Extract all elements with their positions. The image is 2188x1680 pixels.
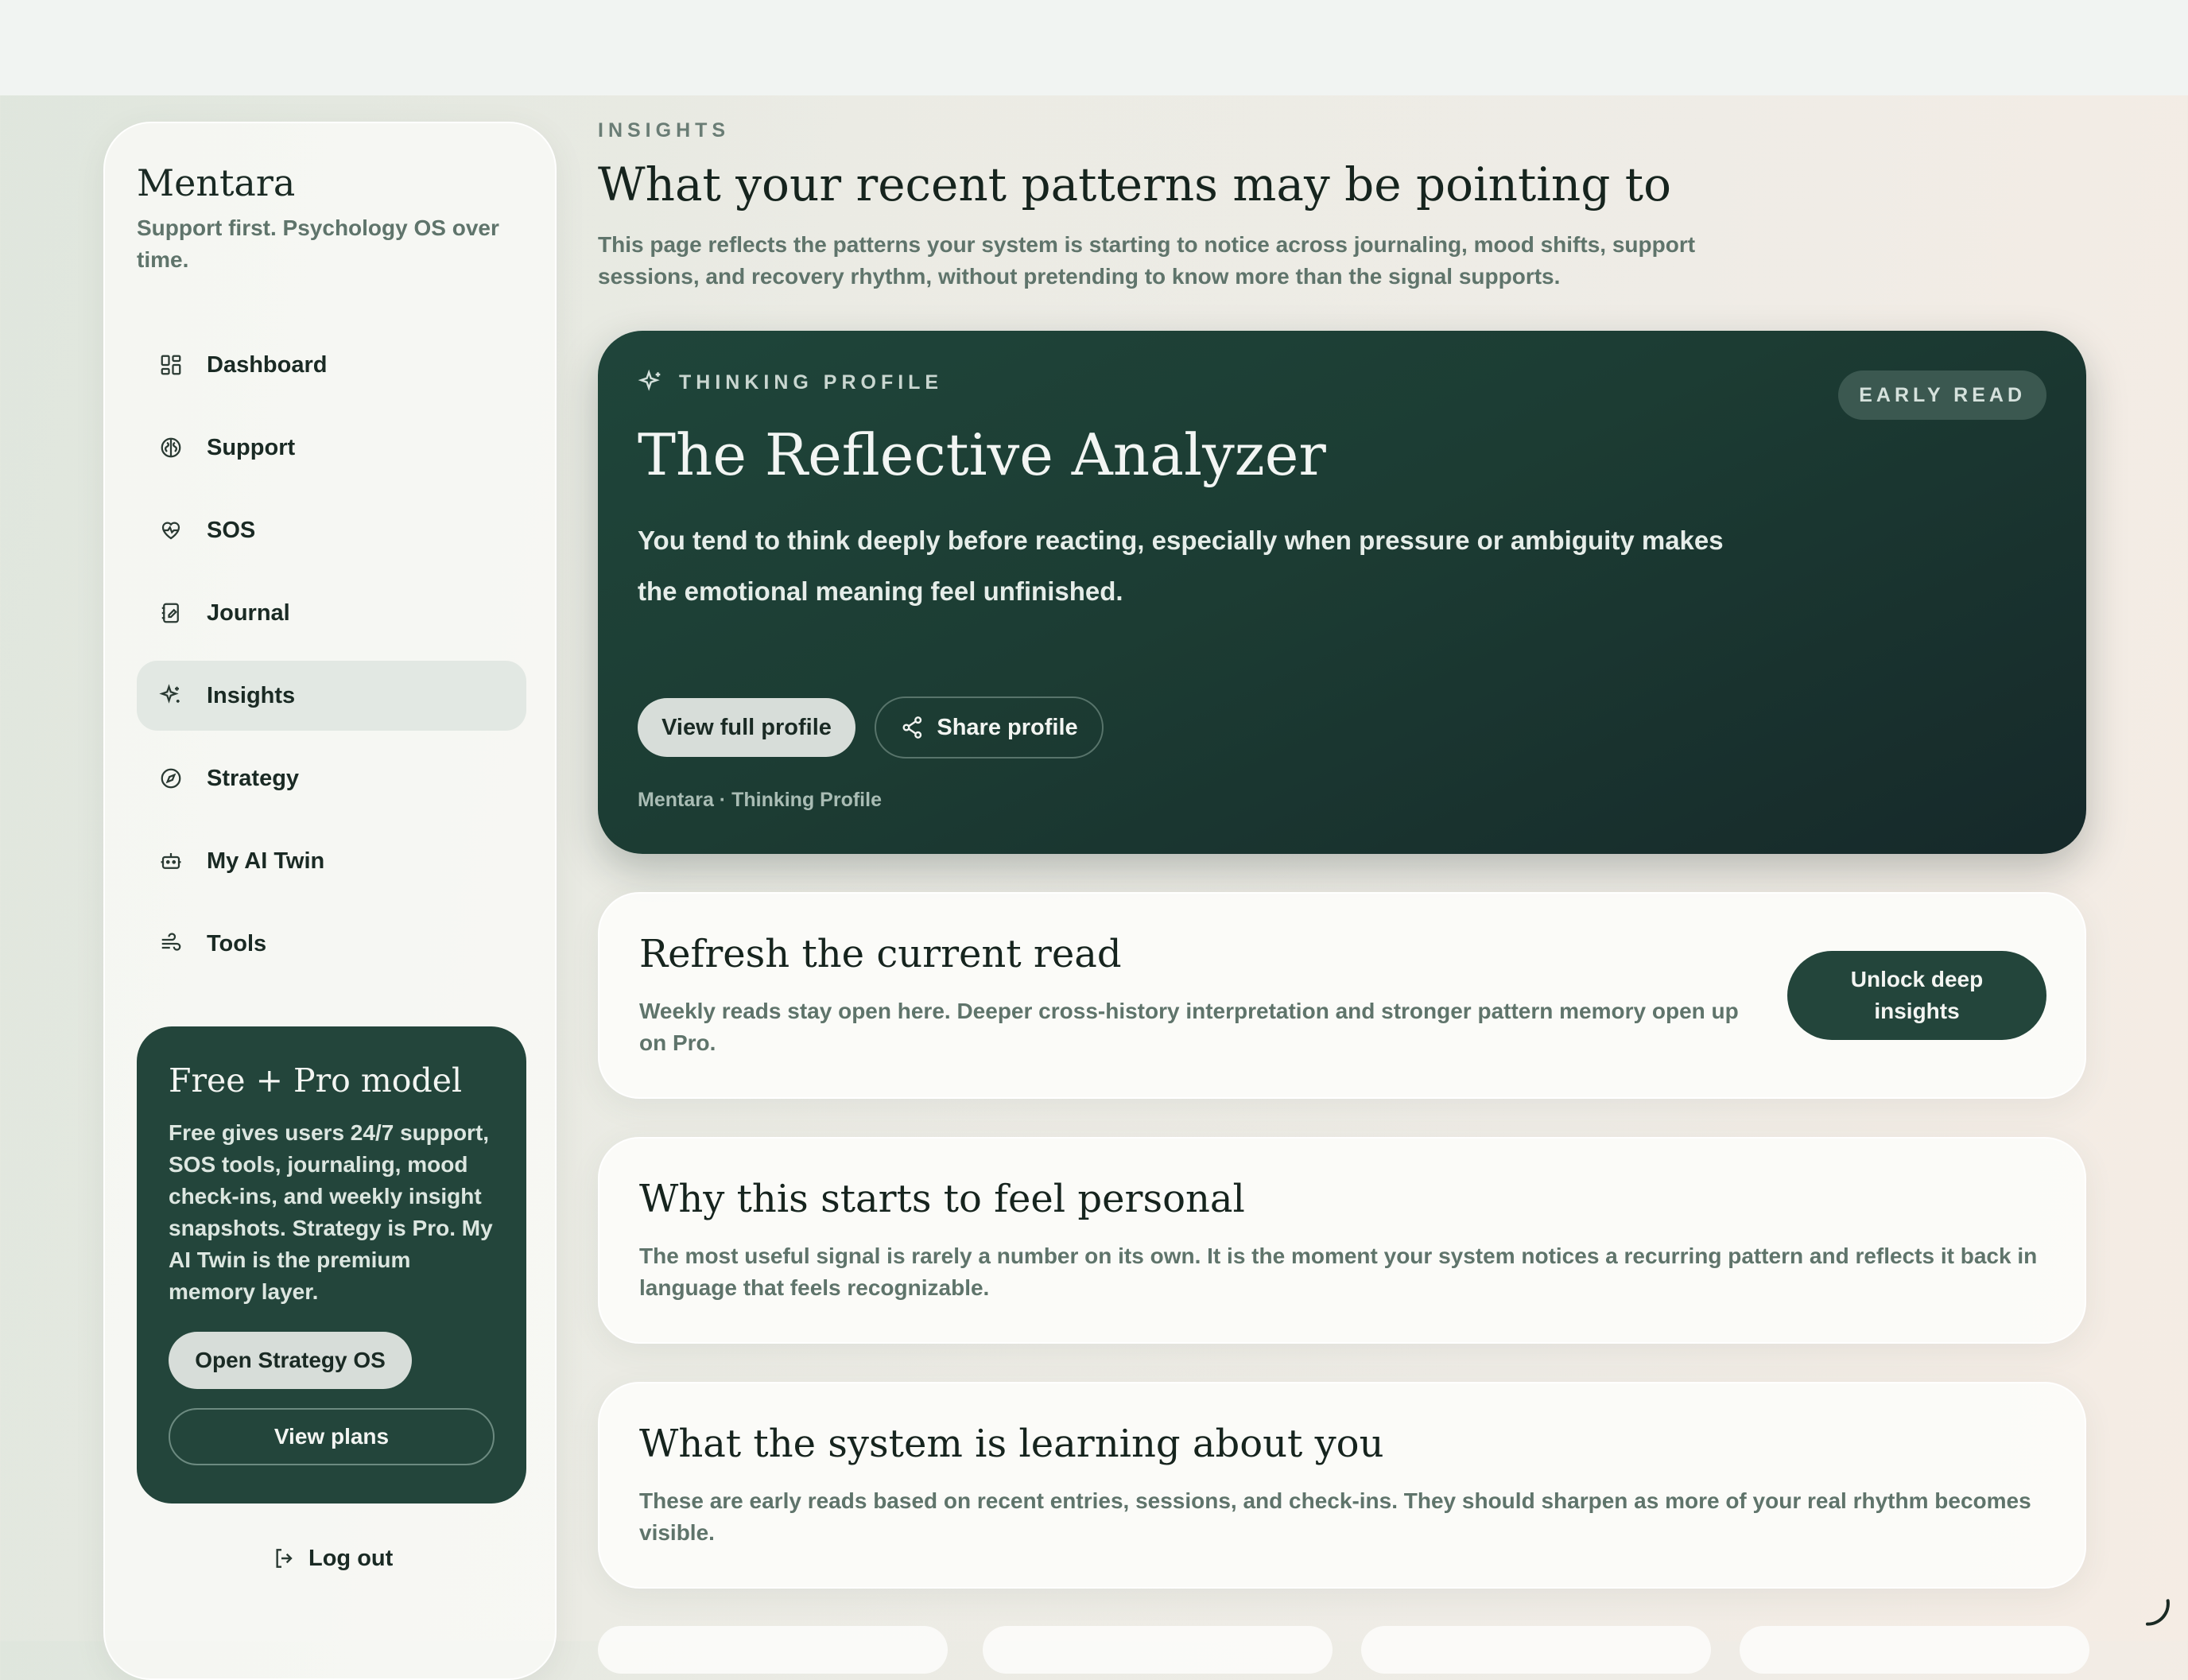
share-profile-button[interactable]: Share profile — [875, 696, 1104, 759]
logout-icon — [276, 1549, 293, 1568]
sidebar-item-my-ai-twin[interactable]: My AI Twin — [137, 826, 526, 896]
plan-promo-card: Free + Pro model Free gives users 24/7 s… — [137, 1026, 526, 1503]
view-full-profile-button[interactable]: View full profile — [638, 698, 855, 757]
insight-tile-peek — [1361, 1626, 1711, 1674]
compass-icon — [161, 768, 181, 789]
sparkles-icon — [638, 369, 661, 391]
why-personal-card: Why this starts to feel personal The mos… — [598, 1137, 2086, 1344]
early-read-badge: EARLY READ — [1838, 371, 2046, 420]
bot-icon — [161, 853, 181, 869]
profile-title: The Reflective Analyzer — [638, 421, 1326, 488]
brand-tagline: Support first. Psychology OS over time. — [137, 215, 499, 272]
wind-icon — [161, 933, 181, 951]
brand-name: Mentara — [137, 161, 296, 204]
open-strategy-os-button[interactable]: Open Strategy OS — [169, 1332, 412, 1389]
sidebar-item-label: Journal — [207, 600, 290, 626]
sidebar-item-label: My AI Twin — [207, 848, 325, 874]
profile-description: You tend to think deeply before reacting… — [638, 526, 1724, 606]
unlock-label: Unlock deep insights — [1850, 967, 1984, 1023]
insight-tile-peek — [598, 1626, 948, 1674]
sidebar-item-label: Strategy — [207, 766, 300, 791]
system-learning-card: What the system is learning about you Th… — [598, 1382, 2086, 1589]
logout-button[interactable]: Log out — [272, 1540, 393, 1577]
view-plans-button[interactable]: View plans — [169, 1408, 495, 1465]
sidebar-item-label: Tools — [207, 931, 267, 956]
profile-eyebrow-label: THINKING PROFILE — [679, 371, 944, 394]
card-title: What the system is learning about you — [639, 1422, 1384, 1466]
card-title: Why this starts to feel personal — [639, 1177, 1245, 1221]
promo-text: Free gives users 24/7 support, SOS tools… — [169, 1120, 493, 1304]
share-icon — [902, 716, 922, 739]
unlock-deep-insights-button[interactable]: Unlock deep insights — [1787, 951, 2046, 1040]
insight-tile-peek — [1740, 1626, 2089, 1674]
browser-top-bar — [0, 0, 2188, 95]
dashboard-icon — [161, 355, 181, 375]
share-profile-label: Share profile — [937, 714, 1078, 740]
notebook-icon — [161, 603, 179, 623]
sidebar-item-label: Dashboard — [207, 352, 328, 378]
thinking-profile-card: THINKING PROFILE EARLY READ The Reflecti… — [598, 331, 2086, 854]
card-text: Weekly reads stay open here. Deeper cros… — [639, 999, 1739, 1055]
promo-title: Free + Pro model — [169, 1061, 463, 1100]
card-text: These are early reads based on recent en… — [639, 1488, 2031, 1545]
card-text: The most useful signal is rarely a numbe… — [639, 1244, 2038, 1300]
refresh-read-card: Refresh the current read Weekly reads st… — [598, 892, 2086, 1099]
sidebar: Mentara Support first. Psychology OS ove… — [103, 122, 557, 1680]
sidebar-item-dashboard[interactable]: Dashboard — [137, 330, 526, 400]
sidebar-item-label: Insights — [207, 683, 296, 708]
sparkles-icon — [159, 684, 180, 704]
sidebar-item-insights[interactable]: Insights — [137, 661, 526, 731]
sidebar-item-label: SOS — [207, 518, 256, 543]
card-title: Refresh the current read — [639, 932, 1122, 976]
sidebar-nav: Dashboard Support SOS Journal Insights S… — [137, 330, 526, 991]
sidebar-item-tools[interactable]: Tools — [137, 909, 526, 979]
profile-footer: Mentara · Thinking Profile — [638, 789, 882, 811]
loading-spinner-icon — [2145, 1599, 2170, 1626]
page-eyebrow: INSIGHTS — [598, 119, 731, 142]
profile-eyebrow: THINKING PROFILE — [638, 369, 943, 396]
brain-icon — [161, 437, 181, 458]
logout-label: Log out — [308, 1545, 394, 1571]
page-subtitle: This page reflects the patterns your sys… — [598, 232, 1696, 289]
sidebar-item-journal[interactable]: Journal — [137, 578, 526, 648]
insight-tile-peek — [983, 1626, 1333, 1674]
sidebar-item-strategy[interactable]: Strategy — [137, 743, 526, 813]
heart-pulse-icon — [161, 522, 180, 540]
sidebar-item-label: Support — [207, 435, 296, 460]
sidebar-item-support[interactable]: Support — [137, 413, 526, 483]
page-title: What your recent patterns may be pointin… — [598, 157, 1672, 211]
sidebar-item-sos[interactable]: SOS — [137, 495, 526, 565]
